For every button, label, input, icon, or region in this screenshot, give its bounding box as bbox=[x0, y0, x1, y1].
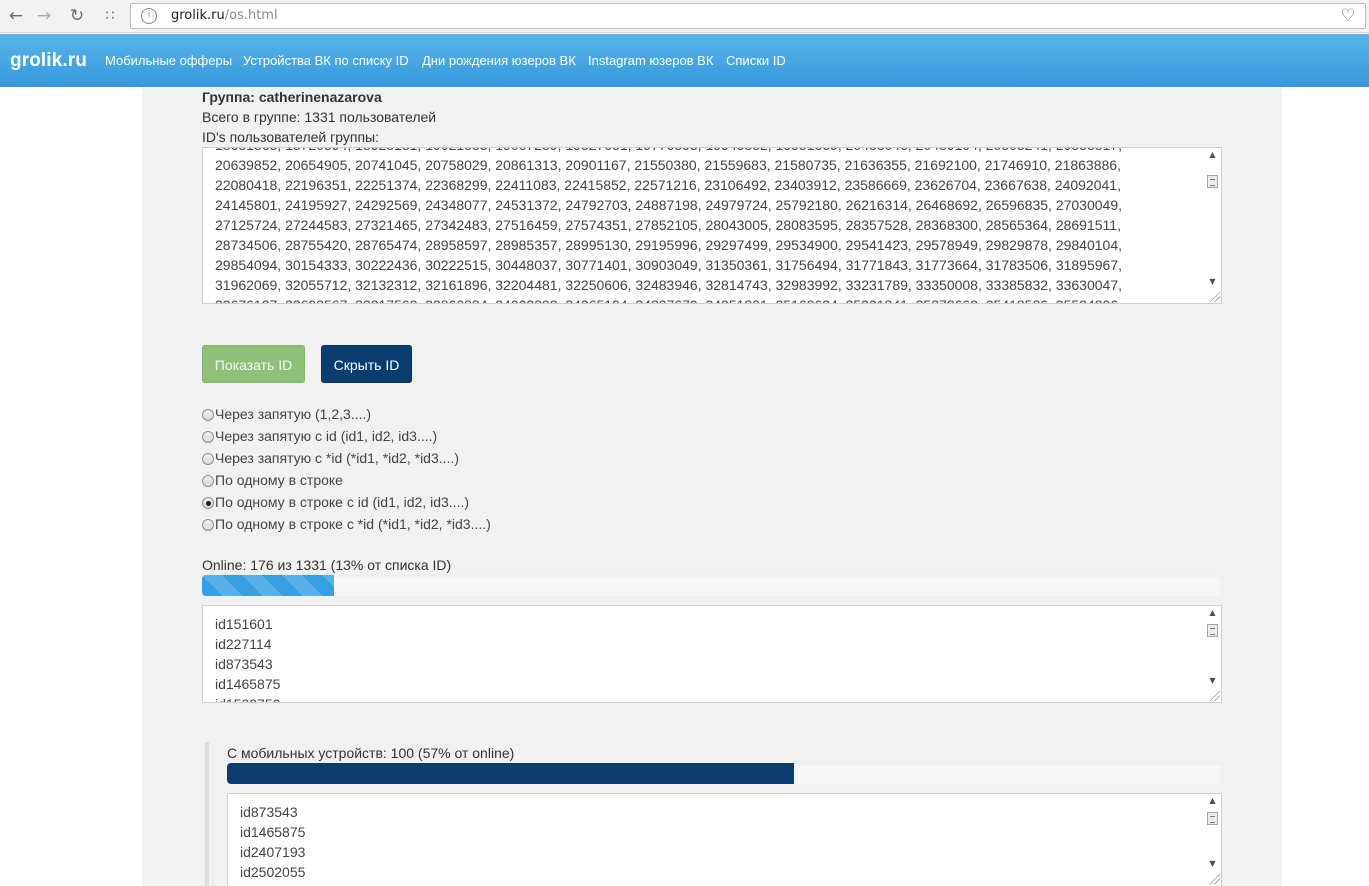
scroll-up-icon[interactable]: ▲ bbox=[1204, 606, 1221, 620]
format-option-label: По одному в строке с *id (*id1, *id2, *i… bbox=[215, 516, 491, 532]
back-arrow-icon[interactable]: ← bbox=[5, 5, 27, 27]
id-line: 20639852, 20654905, 20741045, 20758029, … bbox=[215, 157, 1121, 173]
format-option-label: По одному в строке bbox=[215, 472, 343, 488]
online-progress-bar bbox=[202, 575, 335, 596]
scroll-thumb[interactable] bbox=[1207, 624, 1218, 637]
resize-grip-icon[interactable] bbox=[1210, 691, 1220, 701]
site-info-icon[interactable]: i bbox=[141, 8, 157, 24]
id-line: id1465875 bbox=[240, 824, 306, 840]
scroll-down-icon[interactable]: ▼ bbox=[1204, 275, 1221, 289]
nav-link-vk-devices[interactable]: Устройства ВК по списку ID bbox=[243, 53, 409, 68]
scrollbar[interactable]: ▲ ▼ bbox=[1204, 606, 1221, 702]
nav-link-vk-birthdays[interactable]: Дни рождения юзеров ВК bbox=[422, 53, 576, 68]
id-line: 33676127, 33693567, 33817568, 33860884, … bbox=[215, 295, 1122, 303]
radio-icon[interactable] bbox=[202, 519, 214, 531]
format-option-label: Через запятую с *id (*id1, *id2, *id3...… bbox=[215, 450, 459, 466]
id-line: 31962069, 32055712, 32132312, 32161896, … bbox=[215, 277, 1122, 293]
reload-icon[interactable]: ↻ bbox=[66, 5, 88, 27]
id-line: id873543 bbox=[215, 656, 273, 672]
mobile-section-border bbox=[205, 742, 209, 886]
radio-icon[interactable] bbox=[202, 475, 214, 487]
format-option-label: Через запятую (1,2,3....) bbox=[215, 406, 372, 422]
id-line: id2407193 bbox=[240, 844, 306, 860]
id-line: 18681863, 18720594, 18925131, 19021883, … bbox=[215, 148, 1122, 155]
brand-link[interactable]: grolik.ru bbox=[10, 50, 87, 72]
radio-icon[interactable] bbox=[202, 431, 214, 443]
format-option-label: По одному в строке с id (id1, id2, id3..… bbox=[215, 494, 470, 510]
format-option[interactable]: По одному в строке с *id (*id1, *id2, *i… bbox=[202, 516, 491, 534]
id-line: 27125724, 27244583, 27321465, 27342483, … bbox=[215, 217, 1121, 233]
group-ids-text: 18681863, 18720594, 18925131, 19021883, … bbox=[215, 148, 1122, 303]
hide-ids-button[interactable]: Скрыть ID bbox=[321, 345, 412, 383]
url-text: grolik.ru/os.html bbox=[171, 8, 278, 23]
browser-toolbar: ← → ↻ ∷ i grolik.ru/os.html ♡ bbox=[0, 0, 1369, 33]
group-title-label: Группа: bbox=[202, 89, 255, 105]
forward-arrow-icon[interactable]: → bbox=[33, 5, 55, 27]
online-label: Online: 176 из 1331 (13% от списка ID) bbox=[202, 557, 452, 573]
mobile-label: С мобильных устройств: 100 (57% от onlin… bbox=[227, 745, 515, 761]
id-line: id151601 bbox=[215, 616, 273, 632]
online-progress bbox=[202, 575, 1221, 596]
online-ids-text: id151601 id227114 id873543 id1465875 id15007… bbox=[215, 614, 281, 702]
scroll-up-icon[interactable]: ▲ bbox=[1204, 148, 1221, 162]
mobile-ids-textarea[interactable]: id873543 id1465875 id2407193 id2502055 ▲ ▼ bbox=[227, 793, 1222, 886]
heart-icon[interactable]: ♡ bbox=[1337, 5, 1359, 27]
url-path: /os.html bbox=[224, 8, 278, 23]
id-line: 24145801, 24195927, 24292569, 24348077, … bbox=[215, 197, 1122, 213]
scroll-down-icon[interactable]: ▼ bbox=[1204, 857, 1221, 871]
resize-grip-icon[interactable] bbox=[1210, 292, 1220, 302]
format-option[interactable]: Через запятую (1,2,3....) bbox=[202, 406, 371, 424]
group-ids-textarea[interactable]: 18681863, 18720594, 18925131, 19021883, … bbox=[202, 147, 1222, 304]
scrollbar[interactable]: ▲ ▼ bbox=[1204, 794, 1221, 885]
format-option[interactable]: Через запятую с *id (*id1, *id2, *id3...… bbox=[202, 450, 459, 468]
mobile-progress bbox=[227, 763, 1221, 784]
id-line: id227114 bbox=[215, 636, 272, 652]
site-navbar: grolik.ru Мобильные офферы Устройства ВК… bbox=[0, 34, 1369, 87]
mobile-progress-bar bbox=[227, 763, 794, 784]
scroll-thumb[interactable] bbox=[1207, 175, 1218, 188]
resize-grip-icon[interactable] bbox=[1210, 874, 1220, 884]
id-line: id2502055 bbox=[240, 864, 306, 880]
id-line: id1465875 bbox=[215, 676, 281, 692]
scroll-down-icon[interactable]: ▼ bbox=[1204, 674, 1221, 688]
url-host: grolik.ru bbox=[171, 8, 225, 23]
format-option[interactable]: По одному в строке bbox=[202, 472, 343, 490]
group-total: Всего в группе: 1331 пользователей bbox=[202, 109, 437, 125]
group-title-name: catherinenazarova bbox=[258, 89, 382, 105]
radio-icon[interactable] bbox=[202, 409, 214, 421]
nav-link-id-lists[interactable]: Списки ID bbox=[726, 53, 786, 68]
apps-grid-icon[interactable]: ∷ bbox=[99, 5, 121, 27]
group-ids-label: ID's пользователей группы: bbox=[202, 129, 379, 145]
scroll-up-icon[interactable]: ▲ bbox=[1204, 794, 1221, 808]
id-line: id873543 bbox=[240, 804, 298, 820]
format-option-label: Через запятую с id (id1, id2, id3....) bbox=[215, 428, 438, 444]
nav-link-mobile-offers[interactable]: Мобильные офферы bbox=[105, 53, 232, 68]
online-ids-textarea[interactable]: id151601 id227114 id873543 id1465875 id15007… bbox=[202, 605, 1222, 703]
scrollbar[interactable]: ▲ ▼ bbox=[1204, 148, 1221, 303]
id-line: 28734506, 28755420, 28765474, 28958597, … bbox=[215, 237, 1122, 253]
nav-link-instagram[interactable]: Instagram юзеров ВК bbox=[588, 53, 713, 68]
radio-icon[interactable] bbox=[202, 453, 214, 465]
show-ids-button[interactable]: Показать ID bbox=[202, 345, 305, 383]
id-line: id1500750 bbox=[215, 694, 280, 702]
group-title: Группа: catherinenazarova bbox=[202, 89, 382, 105]
mobile-ids-text: id873543 id1465875 id2407193 id2502055 bbox=[240, 802, 305, 882]
radio-icon[interactable] bbox=[202, 497, 214, 509]
format-option[interactable]: По одному в строке с id (id1, id2, id3..… bbox=[202, 494, 469, 512]
scroll-thumb[interactable] bbox=[1207, 812, 1218, 825]
id-line: 29854094, 30154333, 30222436, 30222515, … bbox=[215, 257, 1122, 273]
address-bar[interactable]: i grolik.ru/os.html ♡ bbox=[130, 3, 1366, 29]
id-line: 22080418, 22196351, 22251374, 22368299, … bbox=[215, 177, 1121, 193]
format-option[interactable]: Через запятую с id (id1, id2, id3....) bbox=[202, 428, 437, 446]
